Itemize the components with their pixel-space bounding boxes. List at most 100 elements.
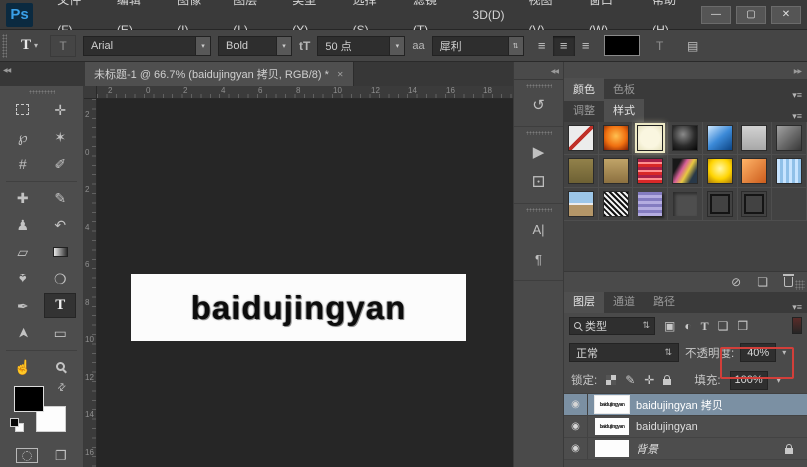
lock-pixels-icon[interactable]: ✎ xyxy=(625,374,635,386)
clear-style-icon[interactable]: ⊘ xyxy=(731,276,741,288)
font-size-select[interactable]: 50 点 ▾ xyxy=(317,36,405,56)
chevron-down-icon[interactable]: ▾ xyxy=(195,37,210,55)
swap-colors-icon[interactable]: ⇄ xyxy=(55,381,69,395)
style-swatch[interactable] xyxy=(738,155,773,188)
lock-transparency-icon[interactable] xyxy=(606,375,616,385)
visibility-cell[interactable]: ◉ xyxy=(564,438,588,459)
hand-tool[interactable]: ☝ xyxy=(7,354,39,379)
layer-thumbnail[interactable] xyxy=(595,440,629,457)
panel-menu-icon[interactable]: ▾≡ xyxy=(792,107,807,122)
toggle-panels-button[interactable]: ▤ xyxy=(680,35,706,57)
filter-shape-icon[interactable]: ❑ xyxy=(718,320,729,332)
screen-mode-icon[interactable]: ❐ xyxy=(55,448,67,464)
style-swatch[interactable] xyxy=(633,188,668,221)
type-tool-preset[interactable]: T ▾ xyxy=(16,35,43,56)
font-style-select[interactable]: Bold ▾ xyxy=(218,36,292,56)
history-panel-button[interactable]: ↺ xyxy=(514,90,563,120)
foreground-color-swatch[interactable] xyxy=(14,386,44,412)
warp-text-button[interactable]: T xyxy=(647,35,673,57)
style-swatch[interactable] xyxy=(564,155,599,188)
fill-value[interactable]: 100% xyxy=(730,371,768,390)
brush-tool[interactable]: ✎ xyxy=(44,185,76,210)
align-left-button[interactable]: ≡ xyxy=(531,36,553,56)
panel-menu-icon[interactable]: ▾≡ xyxy=(792,86,807,101)
style-swatch[interactable] xyxy=(564,122,599,155)
crop-tool[interactable]: # xyxy=(7,151,39,176)
eyedropper-tool[interactable]: ✐ xyxy=(44,151,76,176)
layer-row-background[interactable]: ◉ 背景 xyxy=(564,438,807,460)
document-tab[interactable]: 未标题-1 @ 66.7% (baidujingyan 拷贝, RGB/8) *… xyxy=(85,62,354,86)
opacity-value[interactable]: 40% xyxy=(740,343,776,362)
style-swatch[interactable] xyxy=(738,122,773,155)
layer-thumbnail[interactable]: baidujingyan xyxy=(595,418,629,435)
lasso-tool[interactable]: ℘ xyxy=(7,124,39,149)
magic-wand-tool[interactable]: ✶ xyxy=(44,124,76,149)
canvas-area[interactable]: 2 0 2 4 6 8 10 12 14 16 18 2 0 2 4 6 8 1… xyxy=(84,86,513,467)
filter-pixel-icon[interactable]: ▣ xyxy=(664,320,675,332)
close-button[interactable]: ✕ xyxy=(771,6,801,24)
filter-smart-object-icon[interactable]: ❒ xyxy=(737,320,748,332)
style-swatch[interactable] xyxy=(599,155,634,188)
eraser-tool[interactable]: ▱ xyxy=(7,239,39,264)
layer-name[interactable]: baidujingyan xyxy=(636,421,698,433)
zoom-tool[interactable] xyxy=(44,354,76,379)
spinner-icon[interactable]: ⇅ xyxy=(508,37,523,55)
close-tab-icon[interactable]: ✕ xyxy=(337,70,344,79)
style-swatch[interactable] xyxy=(668,122,703,155)
layer-row-copy[interactable]: ◉ baidujingyan baidujingyan 拷贝 xyxy=(564,394,807,416)
text-layer-artwork[interactable]: baidujingyan xyxy=(131,274,466,341)
text-color-swatch[interactable] xyxy=(604,35,640,56)
text-orientation-toggle[interactable]: T xyxy=(50,35,76,57)
layer-name[interactable]: baidujingyan 拷贝 xyxy=(636,397,723,413)
font-family-select[interactable]: Arial ▾ xyxy=(83,36,211,56)
visibility-cell[interactable]: ◉ xyxy=(564,416,588,437)
lock-all-icon[interactable] xyxy=(663,379,671,385)
collapse-panels-icon[interactable]: ◀◀ xyxy=(551,69,558,75)
style-swatch[interactable] xyxy=(772,155,807,188)
blur-tool[interactable]: ♠ xyxy=(7,266,39,291)
3d-panel-button[interactable]: ⚀ xyxy=(514,167,563,197)
quick-mask-button[interactable] xyxy=(16,448,38,463)
style-swatch[interactable] xyxy=(599,122,634,155)
maximize-button[interactable]: ▢ xyxy=(736,6,766,24)
tab-layers[interactable]: 图层 xyxy=(564,290,604,313)
style-swatch[interactable] xyxy=(738,188,773,221)
lock-position-icon[interactable]: ✛ xyxy=(644,374,654,386)
style-swatch[interactable] xyxy=(703,155,738,188)
chevron-down-icon[interactable]: ▾ xyxy=(777,376,781,385)
type-tool[interactable]: T xyxy=(44,293,76,318)
blend-mode-select[interactable]: 正常 ⇅ xyxy=(569,343,679,362)
visibility-cell[interactable]: ◉ xyxy=(564,394,588,415)
clone-stamp-tool[interactable]: ♟ xyxy=(7,212,39,237)
collapse-left-icon[interactable]: ◀◀ xyxy=(3,67,10,74)
layer-row[interactable]: ◉ baidujingyan baidujingyan xyxy=(564,416,807,438)
style-swatch[interactable] xyxy=(772,122,807,155)
rectangle-tool[interactable]: ▭ xyxy=(44,320,76,345)
anti-alias-select[interactable]: 犀利 ⇅ xyxy=(432,36,524,56)
gradient-tool[interactable] xyxy=(44,239,76,264)
style-swatch[interactable] xyxy=(668,155,703,188)
style-swatch[interactable] xyxy=(564,188,599,221)
layer-thumbnail[interactable]: baidujingyan xyxy=(595,396,629,413)
dodge-tool[interactable]: ❍ xyxy=(44,266,76,291)
align-center-button[interactable]: ≡ xyxy=(553,36,575,56)
style-swatch[interactable] xyxy=(599,188,634,221)
tab-paths[interactable]: 路径 xyxy=(644,290,684,313)
actions-panel-button[interactable]: ▶ xyxy=(514,137,563,167)
filter-type-icon[interactable]: T xyxy=(701,320,709,332)
resize-grip[interactable] xyxy=(795,280,805,290)
style-swatch[interactable] xyxy=(668,188,703,221)
expand-panels-icon[interactable]: ▶▶ xyxy=(794,69,801,75)
tab-color[interactable]: 颜色 xyxy=(564,78,604,101)
history-brush-tool[interactable]: ↶ xyxy=(44,212,76,237)
align-right-button[interactable]: ≡ xyxy=(575,36,597,56)
chevron-down-icon[interactable]: ▾ xyxy=(276,37,291,55)
tab-swatches[interactable]: 色板 xyxy=(604,78,644,101)
paragraph-panel-button[interactable]: ¶ xyxy=(514,244,563,274)
filter-toggle-switch[interactable] xyxy=(792,317,802,334)
trash-icon[interactable] xyxy=(784,277,793,287)
rectangular-marquee-tool[interactable] xyxy=(7,97,39,122)
style-swatch-selected[interactable] xyxy=(633,122,668,155)
move-tool[interactable]: ✛ xyxy=(44,97,76,122)
filter-adjustment-icon[interactable]: ◐ xyxy=(684,320,691,332)
